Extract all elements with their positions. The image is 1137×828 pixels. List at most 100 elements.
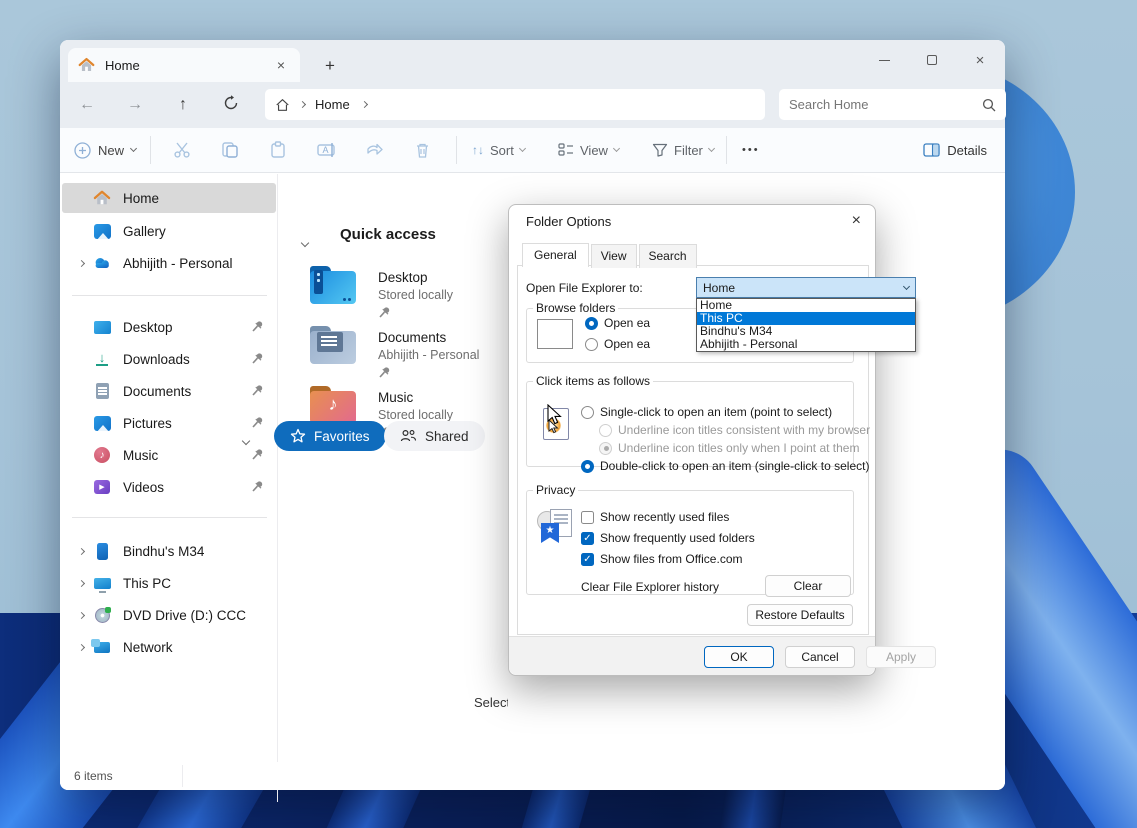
sidebar-item-phone[interactable]: Bindhu's M34 <box>62 536 276 566</box>
favorites-collapse-icon[interactable] <box>243 431 249 449</box>
expander-chevron-icon[interactable] <box>70 613 92 618</box>
new-button[interactable]: New <box>74 142 136 159</box>
dropdown-option-onedrive[interactable]: Abhijith - Personal <box>697 338 915 351</box>
radio-unchecked-icon[interactable] <box>581 406 594 419</box>
filter-label: Filter <box>674 143 703 158</box>
quick-access-collapse-icon[interactable] <box>302 233 308 251</box>
window-chrome: Home × + × ← → ↑ Home <box>60 40 1005 128</box>
expander-chevron-icon[interactable] <box>70 581 92 586</box>
plus-circle-icon <box>74 142 91 159</box>
sort-button[interactable]: ↑↓ Sort <box>472 143 525 158</box>
checkbox-unchecked-icon[interactable] <box>581 511 594 524</box>
show-frequent-folders-checkbox[interactable]: ✓ Show frequently used folders <box>581 531 755 545</box>
address-bar[interactable]: Home <box>265 89 765 120</box>
item-subtitle: Abhijith - Personal <box>378 348 479 362</box>
tab-view[interactable]: View <box>591 244 637 268</box>
refresh-button[interactable] <box>218 95 244 116</box>
clear-history-label: Clear File Explorer history <box>581 580 719 594</box>
delete-button[interactable] <box>410 138 434 162</box>
close-window-button[interactable]: × <box>965 48 995 72</box>
forward-button[interactable]: → <box>122 96 148 114</box>
clear-button[interactable]: Clear <box>765 575 851 597</box>
ok-button[interactable]: OK <box>704 646 774 668</box>
paste-icon <box>269 141 287 159</box>
restore-defaults-button[interactable]: Restore Defaults <box>747 604 853 626</box>
radio-disabled-icon <box>599 424 612 437</box>
sidebar-divider <box>277 174 278 802</box>
more-options-button[interactable]: ••• <box>742 144 760 156</box>
radio-checked-icon[interactable] <box>581 460 594 473</box>
sidebar-item-home[interactable]: Home <box>62 183 276 213</box>
apply-button[interactable]: Apply <box>866 646 936 668</box>
breadcrumb-home[interactable]: Home <box>315 97 350 112</box>
home-icon <box>92 188 112 208</box>
sidebar-item-videos[interactable]: ▶ Videos <box>62 472 276 502</box>
quick-access-item-desktop[interactable] <box>310 266 356 304</box>
sidebar-item-this-pc[interactable]: This PC <box>62 568 276 598</box>
breadcrumb-chevron-icon[interactable] <box>361 101 368 108</box>
open-to-combobox[interactable]: Home <box>696 277 916 298</box>
sidebar-item-desktop[interactable]: Desktop <box>62 312 276 342</box>
rename-button[interactable]: A <box>314 138 338 162</box>
tab-general[interactable]: General <box>522 243 589 267</box>
combobox-value: Home <box>703 281 735 295</box>
show-office-files-checkbox[interactable]: ✓ Show files from Office.com <box>581 552 743 566</box>
item-name[interactable]: Desktop <box>378 270 453 285</box>
sidebar-item-gallery[interactable]: Gallery <box>62 216 276 246</box>
paste-button[interactable] <box>266 138 290 162</box>
sidebar-item-network[interactable]: Network <box>62 632 276 662</box>
quick-access-item-music[interactable]: ♪ <box>310 386 356 424</box>
maximize-button[interactable] <box>917 48 947 72</box>
caption-buttons: × <box>869 46 995 74</box>
sidebar-item-label: Abhijith - Personal <box>123 256 233 271</box>
back-button[interactable]: ← <box>74 96 100 114</box>
details-pane-button[interactable]: Details <box>923 143 987 158</box>
search-box[interactable] <box>779 89 1006 120</box>
sidebar-item-downloads[interactable]: ↓ Downloads <box>62 344 276 374</box>
favorites-section-button[interactable]: Favorites <box>274 421 386 451</box>
share-button[interactable] <box>362 138 386 162</box>
checkbox-checked-icon[interactable]: ✓ <box>581 553 594 566</box>
pin-icon <box>251 384 264 400</box>
filter-icon <box>652 143 668 157</box>
up-button[interactable]: ↑ <box>170 96 196 114</box>
radio-checked-icon[interactable] <box>585 317 598 330</box>
expander-chevron-icon[interactable] <box>70 645 92 650</box>
breadcrumb-chevron-icon[interactable] <box>299 101 306 108</box>
browse-radio-same-window[interactable]: Open ea <box>585 316 650 330</box>
browse-radio-own-window[interactable]: Open ea <box>585 337 650 351</box>
dialog-close-icon[interactable]: × <box>852 212 861 230</box>
cancel-button[interactable]: Cancel <box>785 646 855 668</box>
filter-button[interactable]: Filter <box>652 143 714 158</box>
tab-close-icon[interactable]: × <box>272 57 290 73</box>
double-click-option[interactable]: Double-click to open an item (single-cli… <box>581 459 869 473</box>
item-name[interactable]: Music <box>378 390 453 405</box>
mouse-cursor <box>547 404 562 426</box>
search-input[interactable] <box>789 97 982 112</box>
sidebar-item-onedrive[interactable]: Abhijith - Personal <box>62 248 276 278</box>
item-name[interactable]: Documents <box>378 330 479 345</box>
sidebar-separator <box>72 295 267 296</box>
sidebar-item-dvd-drive[interactable]: DVD Drive (D:) CCC <box>62 600 276 630</box>
explorer-tab-home[interactable]: Home × <box>68 48 300 82</box>
cut-button[interactable] <box>170 138 194 162</box>
minimize-button[interactable] <box>869 48 899 72</box>
share-icon <box>365 141 384 159</box>
tab-search[interactable]: Search <box>639 244 697 268</box>
shared-section-button[interactable]: Shared <box>384 421 485 451</box>
view-label: View <box>580 143 608 158</box>
single-click-option[interactable]: Single-click to open an item (point to s… <box>581 405 832 419</box>
show-recent-files-checkbox[interactable]: Show recently used files <box>581 510 729 524</box>
new-tab-button[interactable]: + <box>318 54 342 78</box>
copy-button[interactable] <box>218 138 242 162</box>
documents-icon <box>92 381 112 401</box>
quick-access-item-documents[interactable] <box>310 326 356 364</box>
expander-chevron-icon[interactable] <box>70 549 92 554</box>
checkbox-checked-icon[interactable]: ✓ <box>581 532 594 545</box>
copy-icon <box>221 141 239 159</box>
radio-unchecked-icon[interactable] <box>585 338 598 351</box>
pictures-icon <box>92 413 112 433</box>
sidebar-item-documents[interactable]: Documents <box>62 376 276 406</box>
expander-chevron-icon[interactable] <box>70 261 92 266</box>
view-button[interactable]: View <box>558 143 619 158</box>
